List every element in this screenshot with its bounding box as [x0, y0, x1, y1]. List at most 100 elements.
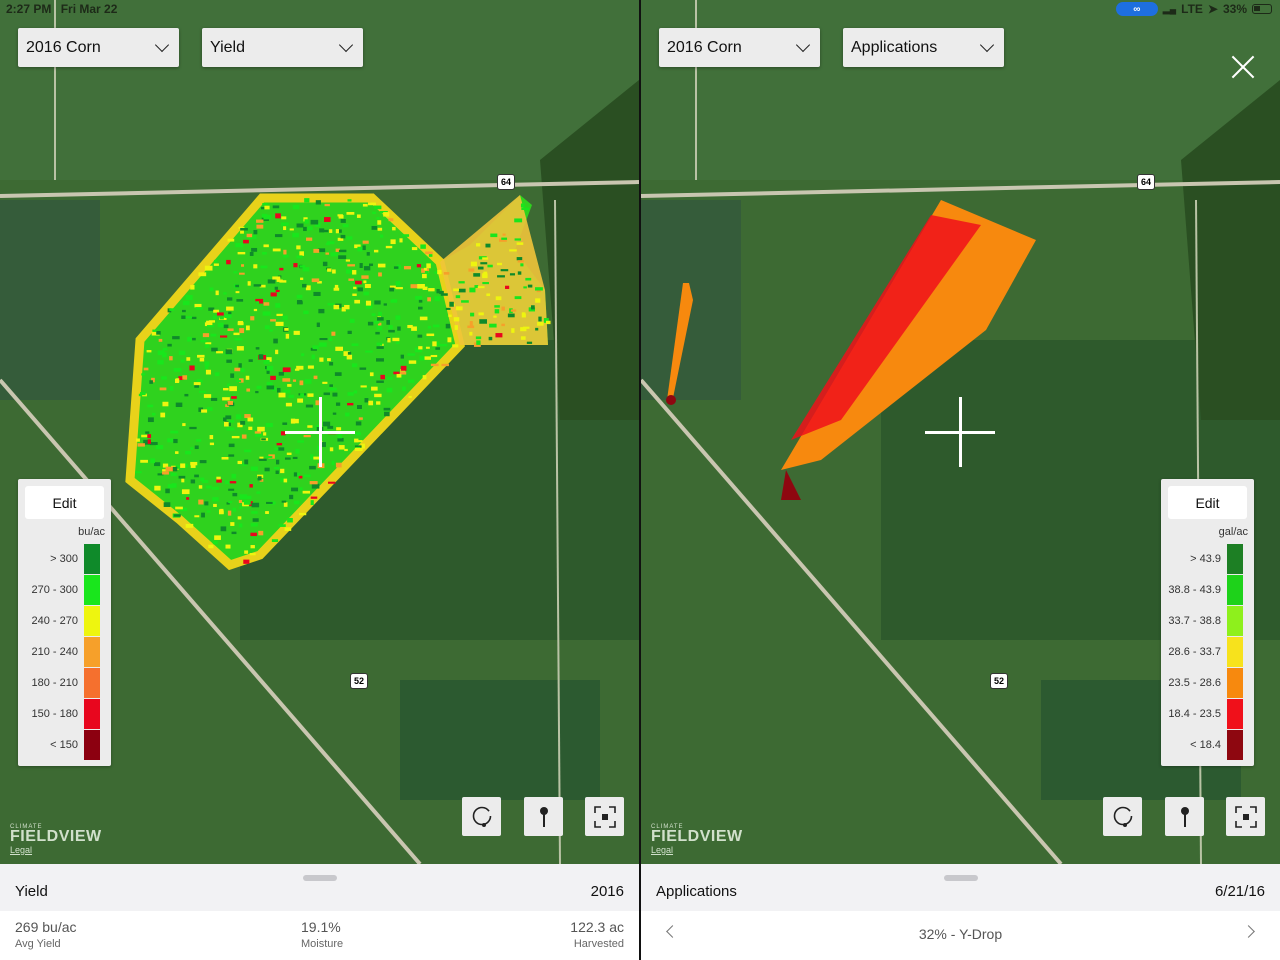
lasso-icon: [472, 806, 491, 827]
yield-cell: [369, 263, 374, 266]
yield-cell: [340, 234, 346, 239]
yield-cell: [377, 220, 382, 225]
yield-cell: [455, 306, 463, 311]
yield-cell: [223, 324, 229, 329]
yield-cell: [313, 375, 318, 380]
yield-cell: [185, 450, 192, 455]
yield-cell: [190, 463, 196, 468]
yield-cell: [206, 510, 211, 513]
yield-cell: [181, 489, 190, 495]
yield-cell: [162, 471, 169, 475]
yield-cell: [469, 321, 473, 326]
yield-cell: [345, 269, 352, 274]
legend-range-label: 210 - 240: [31, 645, 78, 658]
yield-cell: [182, 423, 186, 427]
yield-cell: [432, 341, 437, 347]
applications-summary-sheet[interactable]: Applications 6/21/16 32% - Y-Drop: [641, 864, 1280, 960]
legal-link[interactable]: Legal: [10, 845, 102, 855]
sheet-drag-handle[interactable]: [944, 875, 978, 881]
pin-button[interactable]: [524, 797, 563, 836]
sheet-drag-handle[interactable]: [303, 875, 337, 881]
layer-dropdown[interactable]: Yield: [202, 28, 363, 67]
legal-link[interactable]: Legal: [651, 845, 743, 855]
yield-cell: [228, 488, 235, 491]
yield-cell: [496, 262, 502, 266]
yield-cell: [328, 337, 333, 342]
yield-cell: [228, 501, 233, 504]
yield-cell: [220, 508, 224, 514]
yield-cell: [207, 325, 215, 328]
season-dropdown[interactable]: 2016 Corn: [18, 28, 179, 67]
yield-cell: [226, 306, 234, 311]
layer-dropdown-value: Yield: [210, 38, 245, 56]
yield-cell: [201, 512, 205, 518]
chevron-down-icon: [979, 37, 995, 53]
yield-cell: [276, 387, 281, 393]
yield-cell: [274, 447, 279, 451]
yield-cell: [372, 211, 377, 214]
yield-cell: [470, 261, 477, 267]
yield-cell: [352, 270, 357, 275]
yield-cell: [312, 345, 319, 350]
yield-cell: [377, 227, 383, 231]
yield-cell: [346, 211, 355, 215]
yield-cell: [430, 354, 438, 358]
yield-cell: [141, 434, 148, 438]
yield-cell: [373, 320, 380, 324]
yield-cell: [426, 333, 435, 337]
yield-cell: [353, 390, 358, 394]
yield-cell: [222, 397, 230, 401]
legend-edit-button[interactable]: Edit: [25, 486, 104, 519]
yield-pane: 64 52 2:27 PM Fri Mar 22 2016 Corn Yield…: [0, 0, 639, 960]
yield-cell: [243, 559, 250, 564]
yield-cell: [322, 261, 328, 267]
yield-cell: [238, 363, 242, 368]
yield-cell: [182, 309, 186, 313]
yield-cell: [172, 336, 180, 340]
yield-cell: [199, 357, 205, 362]
yield-cell: [249, 484, 253, 488]
yield-cell: [397, 326, 401, 331]
satellite-map[interactable]: 64 52 ∞ ▂▄ LTE ➤ 33% 2016 Corn Applicati…: [641, 0, 1280, 864]
recenter-button[interactable]: [585, 797, 624, 836]
yield-cell: [538, 316, 542, 322]
layer-dropdown[interactable]: Applications: [843, 28, 1004, 67]
recenter-button[interactable]: [1226, 797, 1265, 836]
yield-cell: [403, 266, 411, 270]
yield-cell: [417, 334, 423, 338]
season-dropdown[interactable]: 2016 Corn: [659, 28, 820, 67]
satellite-map[interactable]: 64 52 2:27 PM Fri Mar 22 2016 Corn Yield…: [0, 0, 639, 864]
yield-cell: [155, 445, 164, 450]
yield-summary-sheet[interactable]: Yield 2016 269 bu/ac Avg Yield 19.1% Moi…: [0, 864, 639, 960]
yield-cell: [332, 269, 336, 274]
yield-cell: [329, 362, 334, 366]
yield-cell: [249, 553, 256, 556]
yield-cell: [260, 265, 268, 269]
battery-icon: [1252, 4, 1272, 14]
yield-cell: [493, 315, 497, 318]
yield-cell: [432, 324, 440, 328]
lasso-button[interactable]: [1103, 797, 1142, 836]
yield-cell: [229, 481, 237, 484]
yield-cell: [173, 514, 181, 517]
yield-cell: [537, 321, 544, 326]
yield-cell: [244, 449, 252, 453]
yield-cell: [478, 312, 484, 316]
pin-button[interactable]: [1165, 797, 1204, 836]
yield-cell: [445, 323, 451, 329]
lasso-button[interactable]: [462, 797, 501, 836]
yield-cell: [239, 328, 245, 334]
yield-cell: [255, 347, 260, 350]
yield-cell: [212, 315, 217, 320]
close-split-view-button[interactable]: [1231, 55, 1255, 79]
yield-cell: [458, 281, 465, 284]
yield-cell: [235, 284, 240, 288]
yield-cell: [234, 338, 243, 341]
legend-edit-button[interactable]: Edit: [1168, 486, 1247, 519]
yield-cell: [455, 295, 461, 299]
legend-range-label: 23.5 - 28.6: [1168, 676, 1221, 689]
yield-cell: [467, 325, 475, 329]
yield-cell: [400, 365, 407, 371]
yield-cell: [243, 499, 251, 505]
yield-cell: [190, 447, 194, 450]
